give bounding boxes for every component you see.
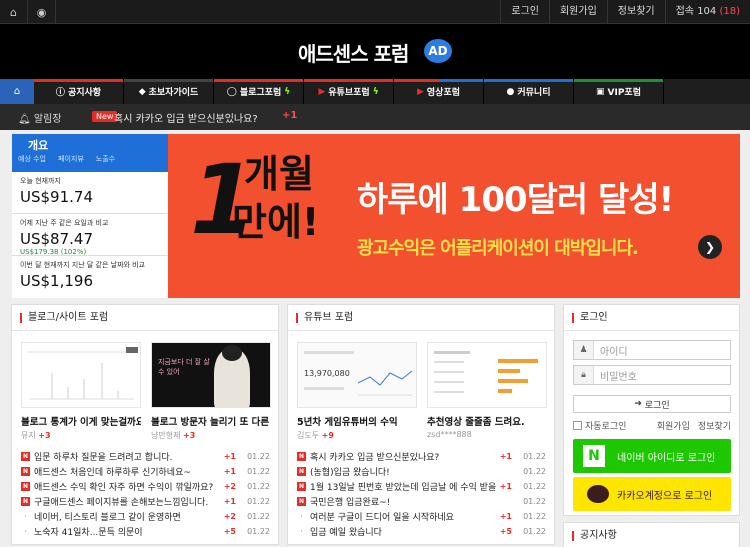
logo-ad-badge: AD: [424, 39, 452, 63]
nav-item-community[interactable]: ● 커뮤니티: [484, 79, 574, 104]
list-item[interactable]: N1월 13일날 핀번호 받았는데 입금날 에 수익 받을수 있을...+101…: [297, 479, 546, 494]
banner-month: 개월: [244, 152, 314, 196]
new-badge: N: [21, 467, 30, 476]
nav-item-vip[interactable]: ▣ VIP포럼: [574, 79, 664, 104]
cube-icon: ◆: [138, 86, 146, 97]
login-button[interactable]: ➔ 로그인: [573, 395, 731, 413]
username-input[interactable]: ♟ 아이디: [573, 340, 731, 360]
panel-title[interactable]: 공지사항: [564, 523, 739, 547]
main-nav: ⌂ ⓘ 공지사항 ◆ 초보자가이드 ◯ 블로그포럼 ϟ ▶ 유튜브포럼 ϟ ▶ 영상포럼 ● 커…: [0, 79, 750, 104]
nav-home-icon[interactable]: ⌂: [0, 79, 34, 104]
nav-item-youtube[interactable]: ▶ 유튜브포럼 ϟ: [304, 79, 394, 104]
password-input[interactable]: 🔒︎ 비밀번호: [573, 365, 731, 385]
info-icon: ⓘ: [55, 88, 65, 98]
bullet-icon: ·: [300, 526, 303, 537]
login-panel: 로그인 ♟ 아이디 🔒︎ 비밀번호 ➔ 로그인 자동로그인 회원가입 정보찾기 N네…: [563, 304, 740, 516]
new-badge: N: [297, 482, 306, 491]
earnings-card: 오늘 현재까지 US$91.74: [12, 172, 168, 214]
app-title: 개요: [28, 139, 49, 152]
nav-item-video[interactable]: ▶ 영상포럼: [394, 79, 484, 104]
naver-icon: N: [583, 445, 605, 467]
lock-icon: 🔒︎: [574, 366, 594, 384]
youtube-forum-panel: 유튜브 포럼 13,970,080 5년차 게임유튜버의 수익 김도두 +9 추…: [287, 304, 555, 545]
panel-title[interactable]: 유튜브 포럼: [288, 305, 554, 331]
post-thumbnail: 지금보다 더 잘 살 수 있어: [151, 342, 271, 408]
arrow-right-icon[interactable]: ❯: [698, 235, 722, 259]
list-item[interactable]: N 국민은행 입금완료~! 01.22: [297, 494, 546, 509]
list-item[interactable]: · 여러분 구글이 드디어 일을 시작하네요 +1 01.22: [297, 509, 546, 524]
thumb-post[interactable]: 13,970,080 5년차 게임유튜버의 수익 김도두 +9: [297, 342, 417, 441]
notice-comment-count: +1: [282, 110, 298, 121]
banner-subline: 광고수익은 어플리케이션이 대박입니다.: [357, 238, 639, 259]
phone-mockup: 개요 예상 수입 페이지뷰 노출수 오늘 현재까지 US$91.74 어제 지난…: [12, 134, 168, 298]
register-link[interactable]: 회원가입: [657, 419, 690, 432]
new-badge: N: [21, 497, 30, 506]
topbar-find-link[interactable]: 정보찾기: [606, 0, 665, 24]
bolt-icon: ϟ: [372, 86, 379, 97]
list-item[interactable]: N 입문 하루차 질문을 드려려고 합니다. +1 01.22: [21, 449, 270, 464]
list-item[interactable]: N 애드센스 수익 확인 자주 하면 수익이 깎일까요? +2 01.22: [21, 479, 270, 494]
list-item[interactable]: N 구글애드센스 페이지뷰를 손해보는느낌입니다. +1 01.22: [21, 494, 270, 509]
banner-headline: 하루에 100달러 달성!: [357, 180, 674, 220]
bolt-icon: ϟ: [284, 86, 291, 97]
notice-bar: 🔔︎ 알림장 New 혹시 카카오 입금 받으신분있나요? +1: [0, 104, 750, 130]
find-info-link[interactable]: 정보찾기: [698, 419, 731, 432]
panel-title: 로그인: [564, 305, 739, 331]
bullet-icon: ·: [24, 526, 27, 537]
nav-item-guide[interactable]: ◆ 초보자가이드: [124, 79, 214, 104]
chat-icon: ◯: [226, 86, 237, 97]
list-item[interactable]: N 애드센스 처음인데 하루하루 신기하네요~ +1 01.22: [21, 464, 270, 479]
notice-link[interactable]: 혹시 카카오 입금 받으신분있나요?: [114, 110, 258, 125]
list-item[interactable]: · 네이버, 티스토리 블로그 같이 운영하면 +2 01.22: [21, 509, 270, 524]
bell-icon: 🔔︎: [18, 114, 31, 125]
blog-forum-panel: 블로그/사이트 포럼 블로그 통계가 이게 맞는걸까요? 뮤지 +3 지금보다 …: [11, 304, 279, 545]
site-header: 애드센스 포럼 AD: [0, 24, 750, 79]
bullet-icon: ·: [300, 511, 303, 522]
new-badge: N: [297, 467, 306, 476]
new-badge: N: [297, 452, 306, 461]
nav-item-notice[interactable]: ⓘ 공지사항: [34, 79, 124, 104]
list-item[interactable]: N (농협)입금 왔습니다! 01.22: [297, 464, 546, 479]
kakao-login-button[interactable]: 카카오계정으로 로그인: [573, 477, 731, 511]
thumb-post[interactable]: 추천영상 줄줄좀 드려요. zsd****888: [427, 342, 547, 441]
kakao-icon: [587, 485, 609, 503]
youtube-icon: ▶: [416, 86, 424, 97]
bullet-icon: ·: [24, 511, 27, 522]
topbar-login-link[interactable]: 로그인: [500, 0, 549, 24]
naver-login-button[interactable]: N 네이버 아이디로 로그인: [573, 439, 731, 473]
earnings-card: 어제 지난 주 같은 요일과 비교 US$87.47 US$179.38 (10…: [12, 214, 168, 256]
home-icon[interactable]: ⌂: [0, 0, 28, 24]
visitor-count: 접속 104 (18): [664, 0, 750, 24]
topbar-register-link[interactable]: 회원가입: [548, 0, 607, 24]
new-badge: N: [21, 452, 30, 461]
nav-item-blog[interactable]: ◯ 블로그포럼 ϟ: [214, 79, 304, 104]
top-bar: ⌂ ◉ 로그인 회원가입 정보찾기 접속 104 (18): [0, 0, 750, 24]
auto-login-checkbox[interactable]: 자동로그인: [573, 419, 626, 432]
thumb-post[interactable]: 지금보다 더 잘 살 수 있어 블로그 방문자 늘리기 또 다른 방 냥만형제 …: [151, 342, 271, 441]
new-badge: N: [21, 482, 30, 491]
list-item[interactable]: · 노숙자 41일차...문득 의문이 +5 01.22: [21, 524, 270, 539]
comments-icon: ●: [506, 86, 515, 97]
panel-title[interactable]: 블로그/사이트 포럼: [12, 305, 278, 331]
notice-panel: 공지사항: [563, 522, 740, 547]
window-icon: ▣: [596, 86, 605, 97]
post-thumbnail: 13,970,080: [297, 342, 417, 408]
thumb-post[interactable]: 블로그 통계가 이게 맞는걸까요? 뮤지 +3: [21, 342, 141, 441]
post-thumbnail: [427, 342, 547, 408]
notice-label: 🔔︎ 알림장: [18, 114, 62, 125]
promo-banner[interactable]: 개요 예상 수입 페이지뷰 노출수 오늘 현재까지 US$91.74 어제 지난…: [12, 134, 740, 298]
post-thumbnail: [21, 342, 141, 408]
list-item[interactable]: N 혹시 카카오 입금 받으신분있나요? +1 01.22: [297, 449, 546, 464]
rss-icon[interactable]: ◉: [28, 0, 56, 24]
user-icon: ♟: [574, 341, 594, 359]
site-logo[interactable]: 애드센스 포럼: [298, 38, 409, 67]
list-item[interactable]: · 입금 예일 왔습니다 +5 01.22: [297, 524, 546, 539]
earnings-card: 이번 달 현재까지 지난 달 같은 날짜와 비교 US$1,196: [20, 261, 146, 290]
sign-in-icon: ➔: [634, 399, 642, 409]
youtube-icon: ▶: [318, 86, 326, 97]
banner-at: 만에!: [232, 200, 320, 244]
new-badge: N: [297, 497, 306, 506]
